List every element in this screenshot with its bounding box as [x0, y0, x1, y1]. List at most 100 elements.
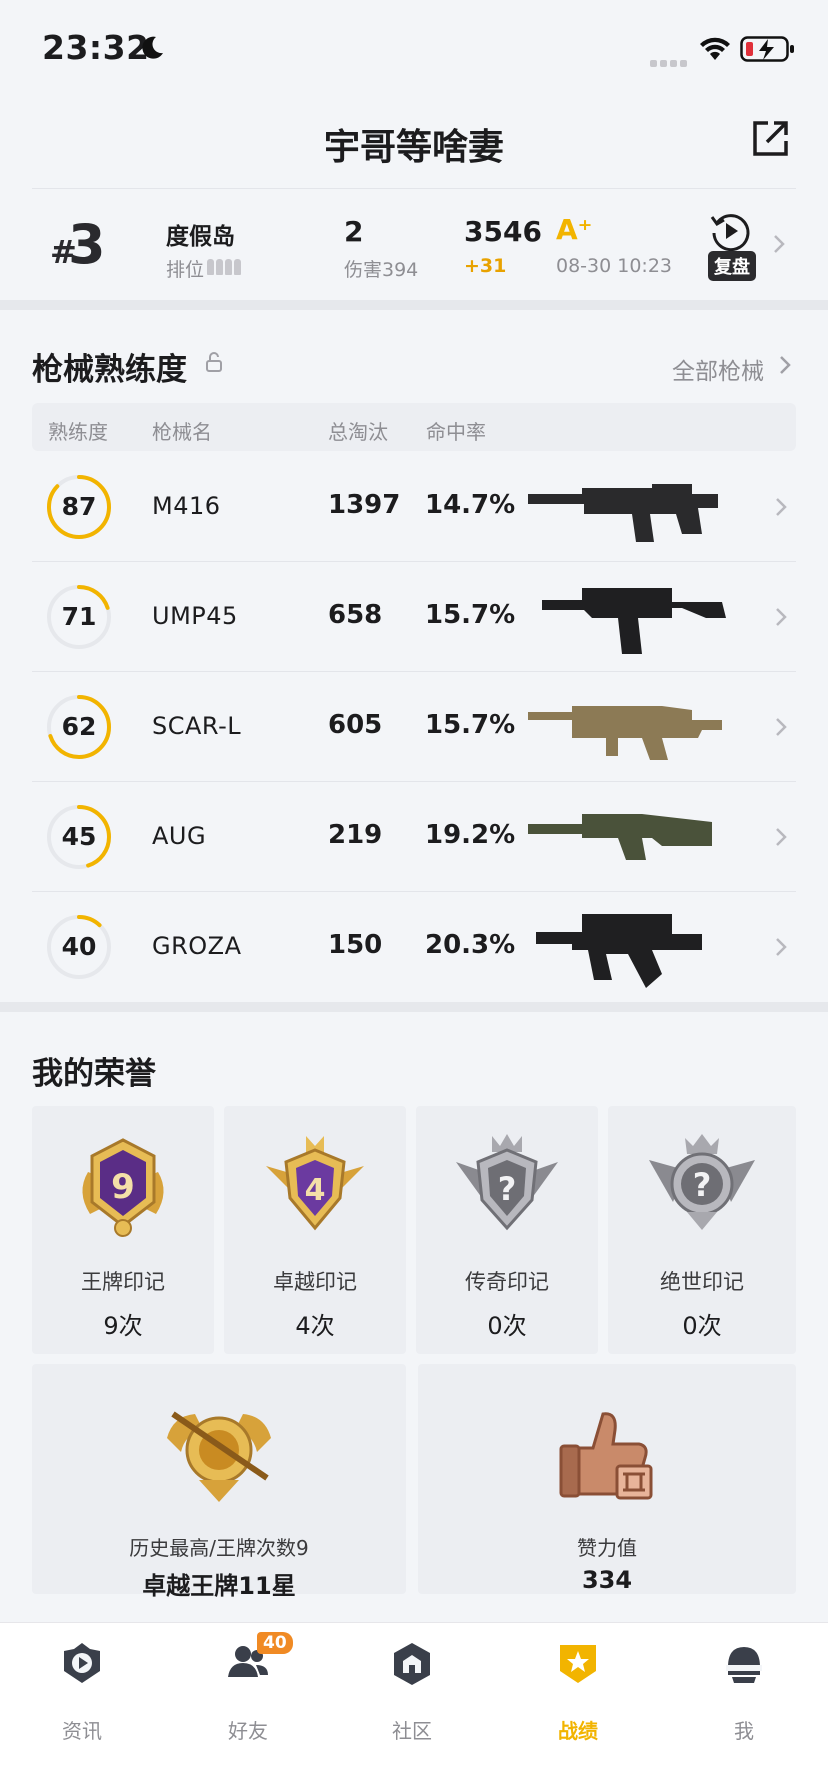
weapon-kills: 658: [328, 600, 383, 630]
nav-label: 资讯: [62, 1719, 102, 1743]
weapon-kills: 219: [328, 820, 383, 850]
weapon-image: [528, 706, 722, 760]
column-header: 熟练度: [48, 420, 108, 444]
replay-icon[interactable]: [708, 209, 752, 253]
weapon-kills: 605: [328, 710, 383, 740]
nav-item-news[interactable]: 资讯: [22, 1641, 142, 1743]
honor-name: 王牌印记: [81, 1270, 165, 1294]
tier-emblem-icon: [167, 1411, 271, 1502]
status-bar: 23:32: [0, 0, 828, 100]
page-title: 宇哥等啥妻: [323, 127, 504, 168]
team-members-icon: [207, 259, 243, 279]
highest-tier-value: 卓越王牌11星: [142, 1572, 296, 1600]
weapons-section-title: 枪械熟练度: [32, 352, 187, 388]
honor-card-legend[interactable]: ? 传奇印记 0次: [416, 1106, 598, 1354]
emblem-number: 9: [111, 1167, 135, 1207]
column-header: 总淘汰: [328, 420, 388, 444]
section-divider: [0, 300, 828, 310]
match-score: 3546: [464, 215, 542, 248]
nav-label: 战绩: [558, 1719, 598, 1743]
nav-item-record[interactable]: 战绩: [518, 1641, 638, 1743]
share-icon[interactable]: [750, 117, 792, 159]
chevron-right-icon[interactable]: [774, 606, 788, 628]
weapon-name: M416: [152, 492, 221, 520]
legend-emblem-icon: ?: [456, 1134, 558, 1231]
match-map: 度假岛: [166, 224, 235, 250]
emblem-number: ?: [498, 1170, 517, 1208]
wifi-icon: [700, 37, 730, 60]
bottom-nav: 资讯 好友 社区 战绩 我: [0, 1622, 828, 1792]
likes-label: 赞力值: [577, 1536, 637, 1560]
weapon-image: [536, 914, 702, 988]
chevron-right-icon[interactable]: [774, 936, 788, 958]
highest-tier-label: 历史最高/王牌次数9: [129, 1536, 309, 1560]
honor-count: 9次: [103, 1312, 143, 1340]
honor-card-excellence[interactable]: 4 卓越印记 4次: [224, 1106, 406, 1354]
profile-helmet-icon: [726, 1647, 762, 1683]
match-damage: 伤害394: [344, 259, 419, 281]
weapon-row[interactable]: 87 M416 1397 14.7%: [32, 452, 796, 562]
weapon-row[interactable]: 45 AUG 219 19.2%: [32, 782, 796, 892]
chevron-right-icon[interactable]: [774, 826, 788, 848]
match-time: 08-30 10:23: [556, 255, 673, 277]
weapons-table-header: 熟练度 枪械名 总淘汰 命中率: [32, 403, 796, 451]
weapon-row[interactable]: 71 UMP45 658 15.7%: [32, 562, 796, 672]
nav-label: 我: [734, 1719, 754, 1743]
weapon-kills: 1397: [328, 490, 401, 520]
battery-charging-icon: [740, 36, 794, 62]
excellence-emblem-icon: 4: [266, 1136, 364, 1231]
friends-notification-badge: 40: [257, 1632, 293, 1654]
status-time: 23:32: [42, 28, 150, 67]
weapon-accuracy: 15.7%: [425, 710, 516, 740]
weapon-name: GROZA: [152, 932, 242, 960]
likes-value: 334: [581, 1566, 633, 1594]
weapon-accuracy: 20.3%: [425, 930, 516, 960]
match-grade: A⁺: [556, 213, 593, 246]
honor-card-peerless[interactable]: ? 绝世印记 0次: [608, 1106, 796, 1354]
nav-item-friends[interactable]: 好友: [188, 1641, 308, 1743]
honors-section-title: 我的荣誉: [32, 1056, 156, 1092]
chevron-right-icon[interactable]: [778, 354, 792, 376]
likes-card[interactable]: 赞力值 334: [418, 1364, 796, 1594]
nav-label: 社区: [392, 1719, 432, 1743]
news-icon: [64, 1643, 100, 1683]
moon-icon: [142, 36, 163, 59]
honor-card-ace[interactable]: 9 王牌印记 9次: [32, 1106, 214, 1354]
ace-emblem-icon: 9: [82, 1138, 164, 1237]
emblem-number: 4: [305, 1173, 326, 1208]
record-icon: [560, 1645, 596, 1683]
community-icon: [394, 1643, 430, 1685]
weapon-accuracy: 14.7%: [425, 490, 516, 520]
honor-count: 4次: [295, 1312, 335, 1340]
weapon-image: [542, 588, 726, 654]
score-delta: +31: [464, 255, 507, 277]
column-header: 命中率: [426, 420, 486, 444]
chevron-right-icon[interactable]: [774, 716, 788, 738]
replay-button[interactable]: 复盘: [708, 251, 756, 281]
emblem-number: ?: [693, 1166, 712, 1204]
proficiency-value: 62: [61, 712, 97, 741]
section-divider: [0, 1002, 828, 1012]
match-rank: 3: [68, 213, 106, 276]
weapon-row[interactable]: 40 GROZA 150 20.3%: [32, 892, 796, 1002]
weapon-kills: 150: [328, 930, 383, 960]
weapon-accuracy: 19.2%: [425, 820, 516, 850]
honor-count: 0次: [487, 1312, 527, 1340]
lock-icon[interactable]: [205, 351, 223, 373]
weapon-row[interactable]: 62 SCAR-L 605 15.7%: [32, 672, 796, 782]
weapon-image: [528, 484, 718, 542]
all-weapons-link[interactable]: 全部枪械: [672, 352, 764, 386]
thumbs-up-icon: [559, 1412, 653, 1500]
nav-item-community[interactable]: 社区: [352, 1641, 472, 1743]
weapon-image: [528, 814, 712, 860]
chevron-right-icon[interactable]: [774, 496, 788, 518]
weapon-name: SCAR-L: [152, 712, 242, 740]
nav-item-me[interactable]: 我: [684, 1641, 804, 1743]
honor-name: 绝世印记: [660, 1270, 744, 1294]
proficiency-value: 71: [61, 602, 97, 631]
honor-count: 0次: [682, 1312, 722, 1340]
highest-tier-card[interactable]: 历史最高/王牌次数9 卓越王牌11星: [32, 1364, 406, 1600]
latest-match-card[interactable]: # 3 度假岛 排位 2 伤害394 3546 +31 A⁺ 08-30 10:…: [32, 188, 796, 300]
chevron-right-icon[interactable]: [772, 233, 786, 255]
nav-label: 好友: [228, 1719, 268, 1743]
